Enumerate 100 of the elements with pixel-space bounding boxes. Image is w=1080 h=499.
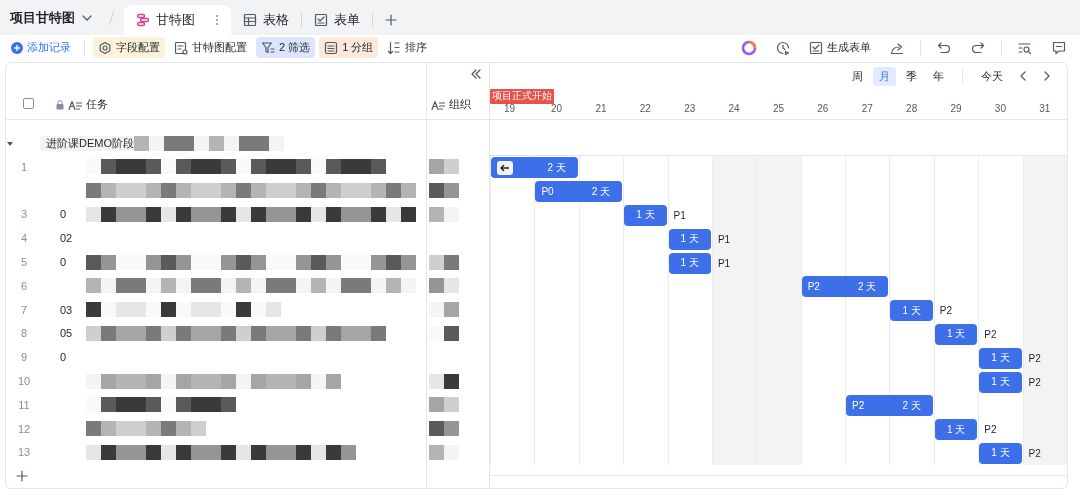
view-tab[interactable]: 表单	[302, 5, 372, 35]
chevron-left-icon	[1019, 71, 1027, 81]
scale-tab[interactable]: 月	[873, 66, 896, 86]
group-label: 进阶课DEMO阶段	[46, 136, 134, 151]
task-bar[interactable]: 1 天	[979, 347, 1022, 369]
duration-label: 1 天	[991, 351, 1010, 366]
task-bar[interactable]: 1 天	[934, 419, 978, 441]
scale-tab[interactable]: 季	[900, 66, 923, 86]
mosaic-drawing	[429, 207, 459, 222]
task-bar[interactable]: P0 2 天	[535, 181, 623, 203]
column-header: 任务	[86, 97, 108, 112]
task-bar[interactable]: 1 天	[668, 252, 711, 274]
priority-label: P2	[1027, 447, 1042, 459]
mosaic-drawing	[429, 302, 459, 318]
task-bar[interactable]: 1 天	[890, 300, 933, 322]
duration-label: 2 天	[547, 160, 566, 175]
task-bar[interactable]: 1 天	[934, 323, 978, 345]
lock-icon	[56, 99, 64, 110]
priority-label: P2	[1027, 352, 1042, 364]
priority-label: P1	[716, 233, 732, 245]
date-label: 26	[817, 103, 829, 114]
task-id: 0	[60, 351, 68, 364]
toolbar-button[interactable]: 甘特图配置	[169, 37, 252, 58]
duration-label: 1 天	[680, 232, 699, 247]
today-button[interactable]: 今天	[975, 66, 1009, 86]
double-chevron-left-icon	[471, 69, 481, 79]
task-id: 0	[60, 208, 68, 221]
duration-label: 1 天	[946, 422, 966, 437]
task-bar[interactable]: 1 天	[979, 371, 1022, 393]
form-icon	[314, 13, 328, 27]
mosaic-drawing	[429, 444, 459, 460]
toolbar-button[interactable]: 字段配置	[93, 37, 165, 58]
date-label: 31	[1039, 103, 1051, 114]
scale-tab[interactable]: 周	[846, 66, 869, 86]
view-tab[interactable]: 表格	[231, 5, 301, 35]
generate-form-button[interactable]: 生成表单	[802, 37, 878, 58]
toolbar-button[interactable]: 1 分组	[319, 37, 379, 58]
toolbar-button[interactable]: 添加记录	[6, 37, 76, 58]
mosaic-drawing	[429, 421, 459, 437]
collapse-button[interactable]	[471, 69, 481, 79]
priority-label: P1	[716, 257, 732, 269]
duration-label: 1 天	[636, 208, 655, 223]
date-label: 23	[684, 103, 696, 114]
date-label: 24	[728, 103, 740, 114]
row-number: 10	[16, 375, 32, 388]
mosaic-drawing	[429, 254, 459, 270]
row-number: 8	[19, 327, 29, 340]
row-number: 12	[16, 422, 32, 435]
view-tab[interactable]: 甘特图	[124, 5, 231, 35]
task-bar[interactable]: 1 天	[624, 205, 667, 226]
filter-icon	[261, 40, 275, 55]
row-number: 3	[19, 208, 29, 221]
priority-label: P2	[938, 305, 954, 317]
plus-icon	[16, 470, 28, 483]
task-bar[interactable]: 2 天	[491, 157, 578, 179]
priority-label: P2	[983, 328, 998, 340]
row-number: 11	[17, 398, 31, 411]
chevron-right-icon	[1043, 71, 1051, 81]
row-number: 5	[19, 256, 29, 269]
date-label: 20	[551, 103, 563, 114]
column-header: 组织	[449, 97, 471, 112]
date-label: 28	[906, 103, 918, 114]
scale-tab[interactable]: 年	[927, 66, 950, 86]
plus-circle-icon	[11, 41, 23, 54]
date-label: 22	[639, 103, 651, 114]
task-id: 02	[60, 232, 74, 245]
duration-label: 1 天	[680, 256, 699, 271]
task-bar[interactable]: P2 2 天	[846, 395, 933, 417]
row-number: 1	[19, 160, 29, 173]
task-bar[interactable]: 1 天	[979, 442, 1022, 464]
task-id: 05	[60, 327, 74, 340]
date-label: 29	[950, 103, 962, 114]
add-row-button[interactable]	[16, 470, 28, 483]
text-field-icon	[431, 99, 445, 110]
text-field-icon	[68, 99, 82, 110]
priority-label: P2	[852, 400, 865, 412]
date-label: 19	[504, 103, 516, 114]
duration-label: 2 天	[591, 184, 611, 199]
row-number: 9	[19, 351, 29, 364]
duration-label: 1 天	[946, 327, 966, 342]
milestone-tag: 项目正式开始	[490, 89, 554, 104]
mosaic-drawing	[429, 183, 459, 199]
duration-label: 2 天	[902, 398, 921, 413]
form-icon	[809, 40, 823, 55]
priority-label: P1	[672, 210, 687, 221]
toolbar-button[interactable]: 2 筛选	[256, 37, 316, 58]
more-icon	[215, 14, 219, 26]
task-bar[interactable]: P2 2 天	[801, 276, 889, 298]
select-all-checkbox[interactable]	[23, 98, 34, 109]
plus-icon	[385, 14, 397, 26]
ring-icon	[741, 39, 757, 56]
config-icon	[174, 40, 188, 55]
task-bar[interactable]: 1 天	[668, 228, 711, 250]
duration-label: 1 天	[991, 446, 1010, 461]
priority-label: P2	[807, 281, 820, 293]
project-title[interactable]: 项目甘特图	[10, 0, 99, 35]
list-icon	[324, 40, 339, 55]
mosaic-drawing	[429, 397, 459, 413]
toolbar-button[interactable]: 排序	[382, 37, 433, 58]
date-label: 27	[861, 103, 873, 114]
